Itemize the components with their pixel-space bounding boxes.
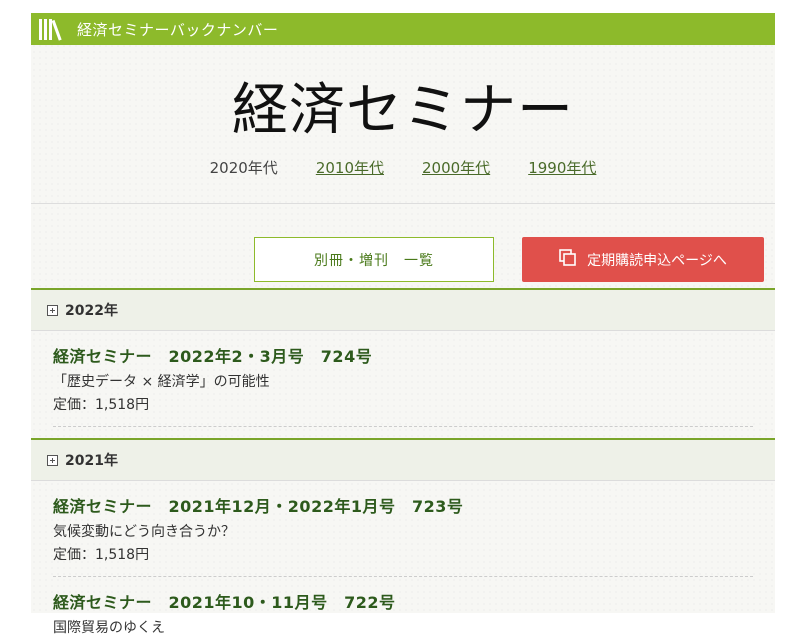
issue-item: 経済セミナー 2022年2・3月号 724号 「歴史データ × 経済学」の可能性…: [31, 331, 775, 414]
subscribe-label: 定期購読申込ページへ: [587, 252, 727, 269]
copy-pages-icon: [559, 248, 577, 271]
decade-1990s-link[interactable]: 1990年代: [528, 157, 596, 178]
issue-theme: 国際貿易のゆくえ: [53, 620, 165, 636]
bookshelf-icon[interactable]: [35, 13, 69, 45]
page: 経済セミナーバックナンバー 経済セミナー 2020年代 2010年代 2000年…: [31, 13, 775, 636]
issue-title-link[interactable]: 経済セミナー 2022年2・3月号 724号: [53, 343, 753, 367]
issue-item: 経済セミナー 2021年10・11月号 722号 国際貿易のゆくえ: [31, 577, 775, 637]
decade-2020s: 2020年代: [209, 159, 278, 177]
section-divider: [31, 427, 775, 440]
site-title[interactable]: 経済セミナーバックナンバー: [77, 19, 278, 40]
issue-item: 経済セミナー 2021年12月・2022年1月号 723号 気候変動にどう向き合…: [31, 481, 775, 564]
plus-icon: [47, 304, 58, 316]
decade-nav: 2020年代 2010年代 2000年代 1990年代: [31, 157, 775, 178]
issue-theme: 「歴史データ × 経済学」の可能性: [53, 374, 270, 390]
year-toggle-2021[interactable]: 2021年: [31, 440, 775, 481]
subscribe-button[interactable]: 定期購読申込ページへ: [522, 237, 764, 282]
decade-2000s-link[interactable]: 2000年代: [422, 157, 490, 178]
magazine-title: 経済セミナー: [232, 78, 574, 143]
plus-icon: [47, 454, 58, 466]
issue-title-link[interactable]: 経済セミナー 2021年10・11月号 722号: [53, 589, 753, 613]
action-buttons: 別冊・増刊 一覧 定期購読申込ページへ: [31, 204, 775, 290]
header: 経済セミナー 2020年代 2010年代 2000年代 1990年代: [31, 45, 775, 204]
issue-title-link[interactable]: 経済セミナー 2021年12月・2022年1月号 723号: [53, 493, 753, 517]
divider: [53, 564, 753, 577]
issue-price: 定価：1,518円: [53, 547, 150, 563]
divider: [53, 414, 753, 427]
decade-2010s-link[interactable]: 2010年代: [316, 157, 384, 178]
year-toggle-2022[interactable]: 2022年: [31, 290, 775, 331]
issue-theme: 気候変動にどう向き合うか？: [53, 524, 235, 540]
issue-price: 定価：1,518円: [53, 397, 150, 413]
year-label: 2022年: [65, 303, 118, 319]
year-label: 2021年: [65, 453, 118, 469]
top-bar: 経済セミナーバックナンバー: [31, 13, 775, 45]
special-issues-button[interactable]: 別冊・増刊 一覧: [254, 237, 494, 282]
